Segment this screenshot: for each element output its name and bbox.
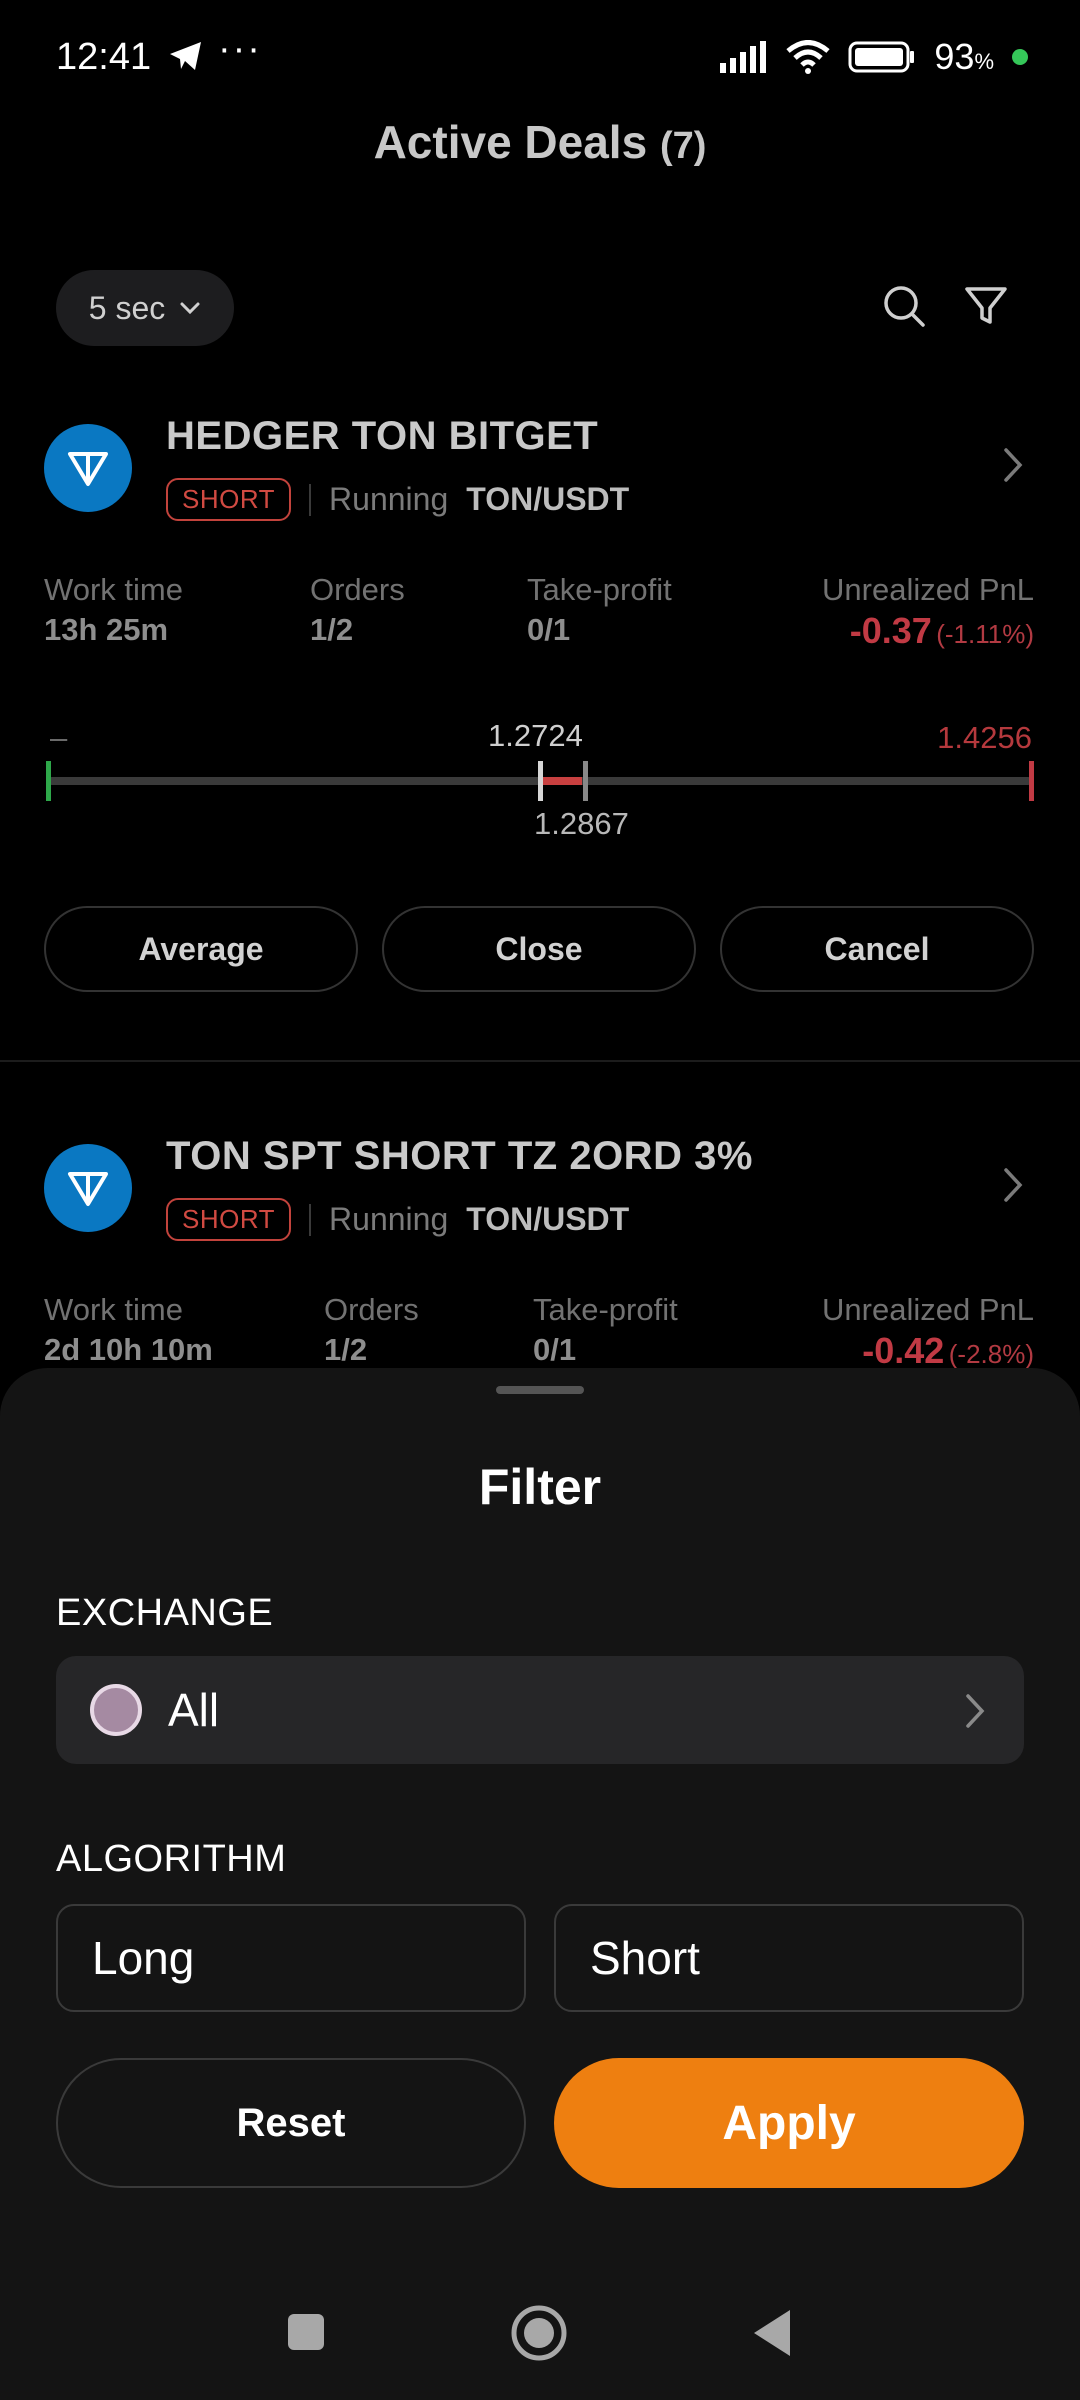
price-current-label: 1.2867: [534, 806, 629, 841]
orders-stat: Orders 1/2: [324, 1292, 419, 1368]
deal-divider: [0, 1060, 1080, 1062]
more-notifications-icon: ···: [218, 28, 262, 70]
battery-icon: [848, 41, 915, 73]
wifi-icon: [786, 40, 831, 74]
pnl-label: Unrealized PnL: [822, 572, 1034, 607]
work-time-stat: Work time 2d 10h 10m: [44, 1292, 213, 1368]
meta-divider: [309, 1203, 312, 1236]
pnl-percent: (-1.11%): [936, 619, 1034, 649]
exchange-select[interactable]: All: [56, 1656, 1024, 1764]
take-profit-value: 0/1: [527, 612, 571, 647]
take-profit-stat: Take-profit 0/1: [527, 572, 672, 648]
price-stop-label: 1.4256: [937, 720, 1032, 755]
refresh-interval-label: 5 sec: [88, 289, 166, 326]
side-badge: SHORT: [166, 478, 292, 521]
chevron-right-icon: [966, 1694, 985, 1728]
orders-label: Orders: [310, 572, 405, 607]
pnl-label: Unrealized PnL: [822, 1292, 1034, 1327]
privacy-indicator-dot: [1012, 49, 1028, 65]
pnl-value: -0.37: [849, 610, 932, 651]
status-time: 12:41: [56, 36, 152, 78]
deal-status: Running: [329, 1201, 449, 1237]
deal-name: TON SPT SHORT TZ 2ORD 3%: [166, 1134, 753, 1178]
trading-pair: TON/USDT: [466, 481, 630, 517]
exchange-selected-value: All: [168, 1684, 220, 1736]
deal-meta: SHORT Running TON/USDT: [166, 478, 629, 521]
take-profit-value: 0/1: [533, 1332, 577, 1367]
page-title: Active Deals (7): [0, 115, 1080, 169]
pnl-percent: (-2.8%): [948, 1339, 1034, 1369]
close-button[interactable]: Close: [382, 906, 696, 992]
orders-label: Orders: [324, 1292, 419, 1327]
take-profit-label: Take-profit: [527, 572, 672, 607]
apply-button[interactable]: Apply: [554, 2058, 1024, 2188]
ton-logo-icon: [44, 1144, 132, 1232]
reset-button[interactable]: Reset: [56, 2058, 526, 2188]
pnl-value: -0.42: [862, 1330, 945, 1371]
chevron-down-icon: [180, 302, 200, 315]
algorithm-section-label: ALGORITHM: [56, 1838, 287, 1880]
deal-name: HEDGER TON BITGET: [166, 414, 599, 458]
work-time-label: Work time: [44, 572, 183, 607]
price-entry-marker: [538, 761, 543, 801]
orders-stat: Orders 1/2: [310, 572, 405, 648]
orders-value: 1/2: [310, 612, 354, 647]
signal-icon: [720, 41, 767, 73]
page-title-text: Active Deals: [373, 116, 648, 168]
filter-icon[interactable]: [962, 282, 1010, 330]
work-time-label: Work time: [44, 1292, 183, 1327]
back-icon[interactable]: [752, 2308, 792, 2358]
filter-title: Filter: [478, 1459, 602, 1515]
system-navigation-bar: [0, 2260, 1080, 2400]
deal-meta: SHORT Running TON/USDT: [166, 1198, 629, 1241]
cancel-button[interactable]: Cancel: [720, 906, 1034, 992]
average-button[interactable]: Average: [44, 906, 358, 992]
exchange-section-label: EXCHANGE: [56, 1592, 274, 1634]
deal-count: (7): [659, 125, 707, 167]
search-icon[interactable]: [880, 282, 928, 330]
price-range-fill: [540, 777, 582, 785]
price-current-marker: [583, 761, 588, 801]
home-icon[interactable]: [510, 2304, 568, 2362]
sheet-drag-handle[interactable]: [496, 1386, 584, 1394]
price-min-label: –: [50, 720, 68, 755]
telegram-icon: [170, 42, 201, 70]
deal-status: Running: [329, 481, 449, 517]
price-entry-label: 1.2724: [488, 718, 583, 753]
chevron-right-icon: [1004, 448, 1023, 482]
trading-pair: TON/USDT: [466, 1201, 630, 1237]
ton-logo-icon: [44, 424, 132, 512]
work-time-value: 2d 10h 10m: [44, 1332, 213, 1367]
work-time-value: 13h 25m: [44, 612, 169, 647]
battery-percent: 93%: [934, 36, 994, 77]
work-time-stat: Work time 13h 25m: [44, 572, 183, 648]
chevron-right-icon: [1004, 1168, 1023, 1202]
refresh-interval-dropdown[interactable]: 5 sec: [56, 270, 234, 346]
meta-divider: [309, 483, 312, 516]
algorithm-short-option[interactable]: Short: [554, 1904, 1024, 2012]
status-bar: 12:41 ··· 93%: [0, 0, 1080, 118]
price-start-marker: [46, 761, 51, 801]
price-stop-marker: [1029, 761, 1034, 801]
status-indicators: 93%: [720, 36, 1028, 78]
pnl-stat: Unrealized PnL -0.37 (-1.11%): [822, 572, 1034, 652]
recent-apps-icon[interactable]: [286, 2312, 326, 2352]
pnl-stat: Unrealized PnL -0.42 (-2.8%): [822, 1292, 1034, 1372]
filter-bottom-sheet: Filter EXCHANGE All ALGORITHM Long Short…: [0, 1368, 1080, 2400]
orders-value: 1/2: [324, 1332, 368, 1367]
exchange-icon: [90, 1684, 142, 1736]
take-profit-label: Take-profit: [533, 1292, 678, 1327]
side-badge: SHORT: [166, 1198, 292, 1241]
algorithm-long-option[interactable]: Long: [56, 1904, 526, 2012]
take-profit-stat: Take-profit 0/1: [533, 1292, 678, 1368]
